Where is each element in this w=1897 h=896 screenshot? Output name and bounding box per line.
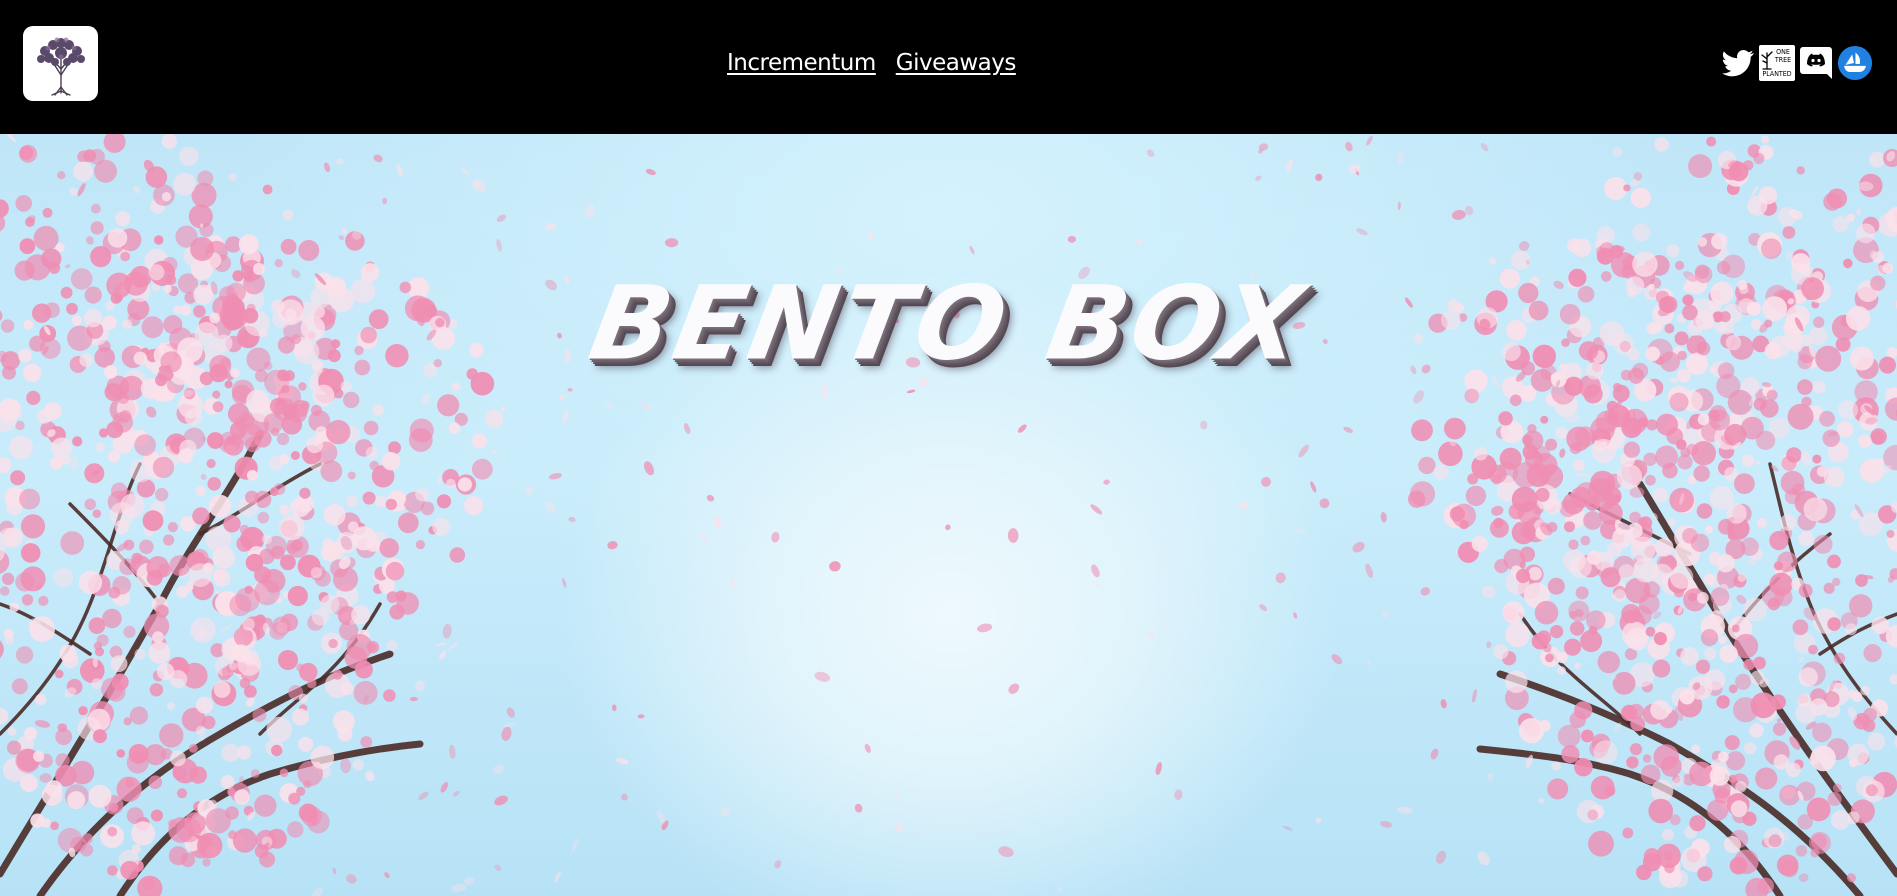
twitter-icon-graphic [1722, 50, 1754, 77]
tree-logo-graphic [36, 37, 85, 96]
opensea-icon-graphic [1837, 45, 1873, 81]
otp-label-top: ONE TREE [1772, 48, 1794, 64]
cherry-blossom-background [0, 134, 1897, 896]
otp-line-one: ONE [1776, 48, 1790, 56]
main-nav: Incrementum Giveaways [727, 50, 1016, 76]
hero-banner: BENTO BOX [0, 134, 1897, 896]
nav-link-incrementum[interactable]: Incrementum [727, 50, 876, 76]
tree-logo-icon[interactable] [23, 26, 98, 101]
opensea-icon[interactable] [1837, 44, 1873, 82]
otp-line-planted: PLANTED [1762, 70, 1792, 78]
hero-title: BENTO BOX [581, 263, 1316, 383]
one-tree-planted-badge: ONE TREE PLANTED [1759, 45, 1795, 81]
page: Incrementum Giveaways ONE TREE PLANTED B… [0, 0, 1897, 896]
site-header: Incrementum Giveaways ONE TREE PLANTED [0, 0, 1897, 134]
twitter-icon[interactable] [1720, 44, 1756, 82]
discord-icon-graphic [1800, 47, 1832, 79]
otp-line-tree: TREE [1774, 56, 1792, 64]
discord-icon[interactable] [1798, 44, 1834, 82]
nav-link-giveaways[interactable]: Giveaways [896, 50, 1017, 76]
social-links: ONE TREE PLANTED [1720, 44, 1873, 82]
one-tree-planted-icon[interactable]: ONE TREE PLANTED [1759, 44, 1795, 82]
